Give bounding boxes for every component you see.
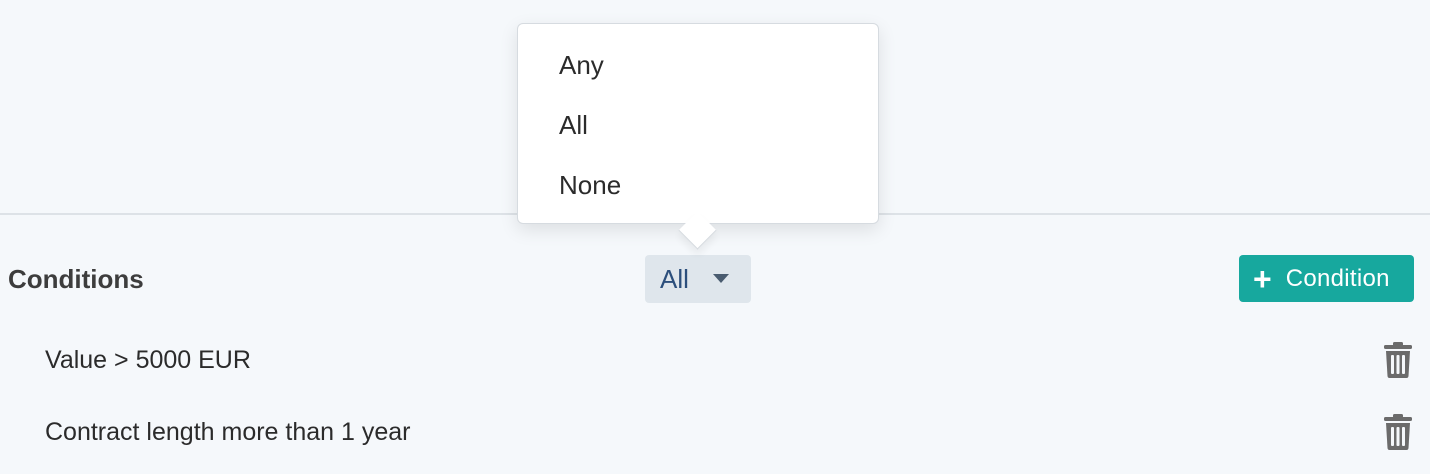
condition-label: Contract length more than 1 year (45, 418, 411, 446)
menu-option-none[interactable]: None (559, 168, 621, 202)
add-condition-button[interactable]: + Condition (1239, 255, 1414, 302)
plus-icon: + (1253, 260, 1272, 297)
conditions-title: Conditions (8, 264, 144, 294)
add-condition-label: Condition (1285, 264, 1390, 292)
match-mode-value: All (660, 264, 689, 294)
condition-row: Contract length more than 1 year (0, 402, 1430, 462)
caret-down-icon (713, 274, 729, 283)
match-mode-select[interactable]: All (645, 255, 751, 303)
trash-icon[interactable] (1383, 414, 1413, 450)
menu-option-any[interactable]: Any (559, 48, 604, 82)
condition-label: Value > 5000 EUR (45, 346, 251, 374)
condition-row: Value > 5000 EUR (0, 330, 1430, 390)
match-mode-menu: Any All None (517, 23, 879, 250)
menu-option-all[interactable]: All (559, 108, 588, 142)
menu-pointer-arrow (678, 211, 717, 250)
trash-icon[interactable] (1383, 342, 1413, 378)
